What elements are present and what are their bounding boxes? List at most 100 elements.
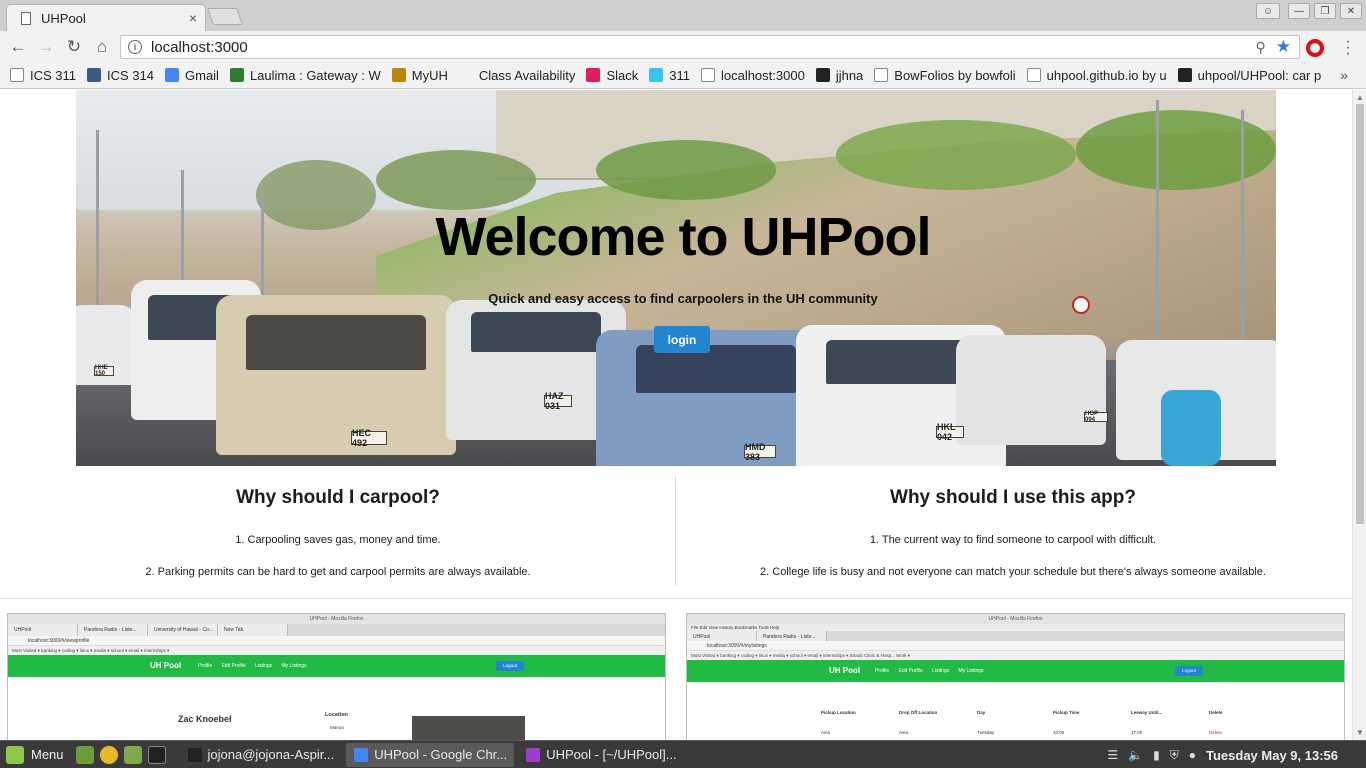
shot-tabs: UHPool Pandora Radio - Liste... — [687, 631, 1344, 641]
my-listings-screenshot: UHPool - Mozilla Firefox File Edit View … — [686, 613, 1345, 740]
reload-icon[interactable]: ↻ — [64, 37, 84, 57]
shot-nav-links: Profile Edit Profile Listings My Listing… — [198, 663, 315, 669]
bookmarks-overflow-icon[interactable]: » — [1340, 67, 1348, 83]
battery-icon[interactable]: ▮ — [1153, 748, 1160, 762]
address-bar[interactable]: i localhost:3000 ⚲ ★ — [120, 35, 1300, 59]
shot-logout: Logout — [496, 661, 524, 671]
bookmark-item[interactable]: Laulima : Gateway : W — [229, 68, 381, 83]
bookmark-item[interactable]: jjhna — [815, 68, 863, 83]
license-plate: HAZ 031 — [544, 391, 572, 411]
license-plate: HKL 042 — [936, 422, 964, 442]
shot-table-header: Pickup Location Drop Off Location Day Pi… — [821, 710, 1249, 715]
scrollbar-thumb[interactable] — [1356, 104, 1364, 524]
shot-location-label: Location — [325, 712, 348, 718]
shot-td: Aiea — [899, 730, 909, 735]
shot-td: 10:00 — [1053, 730, 1065, 735]
bookmark-item[interactable]: Class Availability — [458, 68, 575, 83]
shot-tab: Pandora Radio - Liste... — [78, 624, 148, 636]
shot-nav-links: Profile Edit Profile Listings My Listing… — [875, 668, 992, 674]
close-window-button[interactable]: ✕ — [1340, 3, 1362, 19]
browser-menu-icon[interactable]: · · · — [1344, 34, 1352, 62]
shield-icon[interactable]: ⛨ — [1170, 748, 1179, 763]
bookmark-item[interactable]: 311 — [649, 68, 690, 83]
why-app-point: 1. The current way to find someone to ca… — [869, 534, 1157, 546]
shot-th: Pickup Location — [821, 710, 856, 715]
shot-td: Tuesday — [977, 730, 995, 735]
license-plate: HGP 094 — [1084, 411, 1108, 423]
shot-tab: Pandora Radio - Liste... — [757, 631, 827, 641]
shot-table-row: Aiea Aiea Tuesday 10:00 17:00 Delete — [821, 730, 1249, 735]
home-icon[interactable]: ⌂ — [92, 37, 112, 57]
shot-logout: Logout — [1175, 666, 1203, 676]
files-launcher-icon[interactable] — [123, 745, 142, 764]
shot-location-value: Manoa — [330, 725, 344, 730]
browser-toolbar: ← → ↻ ⌂ i localhost:3000 ⚲ ★ · · · — [0, 31, 1366, 62]
tab-close-icon[interactable]: × — [189, 10, 197, 26]
bookmark-item[interactable]: MyUH — [391, 68, 448, 83]
taskbar-window-label: UHPool - [~/UHPool]... — [546, 747, 677, 762]
shot-menu: File Edit View History Bookmarks Tools H… — [687, 624, 1344, 631]
taskbar-window[interactable]: UHPool - Google Chr... — [346, 742, 515, 767]
scroll-down-icon[interactable]: ▼ — [1356, 728, 1364, 737]
clock[interactable]: Tuesday May 9, 13:56 — [1206, 748, 1338, 763]
shot-navbar: UH Pool Profile Edit Profile Listings My… — [8, 655, 665, 677]
bookmark-item[interactable]: Gmail — [165, 68, 219, 83]
google-icon — [165, 68, 179, 82]
why-carpool-point: 1. Carpooling saves gas, money and time. — [235, 534, 441, 546]
bookmark-item[interactable]: BowFolios by bowfoli — [874, 68, 1016, 83]
scroll-up-icon[interactable]: ▲ — [1356, 93, 1364, 102]
taskbar-window[interactable]: jojona@jojona-Aspir... — [180, 743, 343, 767]
bookmark-item[interactable]: ICS 314 — [87, 68, 154, 83]
bookmark-item[interactable]: uhpool.github.io by u — [1026, 67, 1167, 83]
volume-icon[interactable]: 🔈 — [1128, 748, 1143, 762]
bookmark-item[interactable]: uhpool/UHPool: car p — [1177, 68, 1321, 83]
page-scrollbar[interactable]: ▲ ▼ — [1352, 90, 1366, 740]
shot-nav-item: Listings — [255, 663, 273, 669]
minimize-button[interactable]: — — [1288, 3, 1310, 19]
opera-extension-icon[interactable] — [1306, 39, 1324, 57]
login-button[interactable]: login — [654, 326, 710, 353]
maximize-button[interactable]: ❐ — [1314, 3, 1336, 19]
shot-tab: UHPool — [687, 631, 757, 641]
new-tab-button[interactable] — [206, 8, 244, 25]
taskbar-window[interactable]: UHPool - [~/UHPool]... — [518, 743, 684, 767]
shot-address: localhost:3000/#/mylistings — [687, 641, 1344, 651]
os-taskbar: Menu jojona@jojona-Aspir... UHPool - Goog… — [0, 740, 1366, 768]
leaf-icon — [229, 68, 244, 82]
start-menu-button[interactable]: Menu — [0, 745, 64, 764]
license-plate: HMD 383 — [744, 442, 776, 462]
slack-icon — [649, 68, 664, 82]
profile-page-screenshot: UHPool - Mozilla Firefox UHPool Pandora … — [7, 613, 666, 740]
slack-icon — [586, 68, 601, 82]
bookmark-item[interactable]: Slack — [586, 68, 638, 83]
bookmark-star-icon[interactable]: ★ — [1276, 37, 1291, 57]
network-icon[interactable]: ☰ — [1107, 748, 1118, 762]
bookmark-item[interactable]: localhost:3000 — [700, 68, 805, 83]
shot-th: Pickup Time — [1053, 710, 1080, 715]
show-desktop-icon[interactable] — [75, 745, 94, 764]
shot-th: Leeway Until... — [1131, 710, 1163, 715]
zoom-icon[interactable]: ⚲ — [1255, 39, 1265, 56]
bookmark-item[interactable]: ICS 311 — [10, 68, 76, 83]
page-viewport: HEC 492 HAZ 031 HMD 383 HKL 042 HHE 150 … — [0, 90, 1352, 740]
chrome-launcher-icon[interactable] — [99, 745, 118, 764]
shot-th: Drop Off Location — [899, 710, 938, 715]
doc-icon — [1026, 68, 1041, 82]
shot-navbar: UH Pool Profile Edit Profile Listings My… — [687, 660, 1344, 682]
profile-icon[interactable]: ☺ — [1256, 3, 1280, 19]
doc-icon — [700, 68, 715, 82]
bluetooth-icon[interactable]: ● — [1189, 748, 1196, 762]
bookmark-label: uhpool.github.io by u — [1046, 67, 1167, 83]
shot-address: localhost:3000/#/viewprofile — [8, 636, 665, 646]
terminal-launcher-icon[interactable] — [147, 745, 166, 764]
bookmarks-bar: ICS 311 ICS 314 Gmail Laulima : Gateway : W… — [0, 62, 1366, 89]
taskbar-window-label: UHPool - Google Chr... — [374, 747, 508, 762]
back-arrow-icon[interactable]: ← — [8, 37, 28, 57]
shot-nav-item: Profile — [875, 668, 890, 674]
address-url[interactable]: localhost:3000 — [151, 39, 1255, 56]
site-info-icon[interactable]: i — [128, 40, 142, 54]
forward-arrow-icon[interactable]: → — [36, 37, 56, 57]
browser-tab-uhpool[interactable]: UHPool × — [6, 4, 206, 31]
chrome-icon — [354, 747, 369, 762]
shot-window-title: UHPool - Mozilla Firefox — [8, 614, 665, 624]
